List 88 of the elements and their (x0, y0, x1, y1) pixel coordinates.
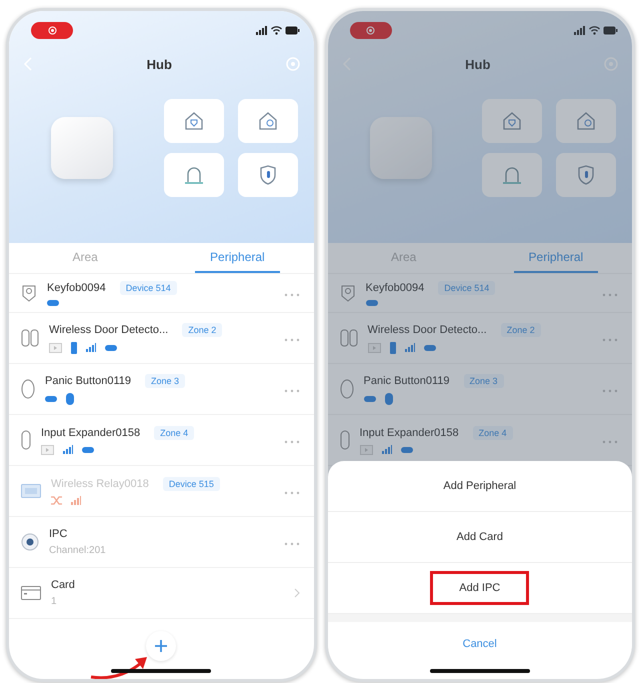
zone-tag: Device 515 (162, 477, 220, 491)
battery-icon (364, 396, 376, 402)
tamper-icon (49, 342, 62, 352)
signal-icon (63, 445, 73, 454)
battery-icon (82, 446, 94, 452)
camera-icon (21, 533, 39, 551)
battery-icon (603, 26, 618, 34)
cellular-signal-icon (256, 26, 268, 34)
hub-device-drawing (51, 117, 113, 179)
battery-icon (366, 300, 378, 306)
mode-tile-button[interactable] (238, 99, 298, 143)
screen-title: Hub (146, 56, 172, 72)
house-shield-icon (502, 111, 522, 131)
zone-tag: Zone 3 (145, 374, 186, 388)
device-name: Input Expander0158 (360, 426, 459, 438)
signal-icon (404, 343, 414, 352)
zone-tag: Zone 4 (472, 426, 513, 440)
mode-tile-button[interactable] (238, 153, 298, 197)
shuffle-icon (51, 496, 62, 505)
tab[interactable]: Area (43, 243, 128, 273)
tab[interactable]: Peripheral (514, 243, 598, 273)
siren-icon (501, 165, 523, 185)
shield-icon (258, 165, 276, 185)
battery-icon (45, 396, 57, 402)
zone-tag: Zone 2 (500, 322, 541, 336)
signal-icon (382, 445, 392, 454)
signal-icon (86, 343, 96, 352)
battery-icon (400, 446, 412, 452)
battery-icon (47, 300, 59, 306)
sheet-option-button[interactable]: Add IPC (430, 571, 530, 605)
mode-tile-button[interactable] (556, 99, 616, 143)
panic-button-icon (340, 379, 354, 399)
device-name: Input Expander0158 (41, 426, 140, 438)
mode-tile-button[interactable] (164, 153, 224, 197)
hub-device-drawing (370, 117, 432, 179)
zone-tag: Zone 2 (182, 322, 222, 336)
keyfob-icon (340, 284, 356, 302)
chevron-right-icon[interactable] (294, 588, 300, 598)
battery-icon (424, 344, 436, 350)
zone-tag: Zone 4 (154, 426, 194, 440)
back-icon[interactable] (23, 57, 33, 71)
relay-icon (21, 484, 41, 498)
device-name: IPC (49, 528, 68, 540)
house-gear-icon (258, 111, 278, 131)
tab[interactable]: Peripheral (195, 243, 280, 273)
device-name: Keyfob0094 (47, 282, 106, 294)
house-gear-icon (576, 111, 596, 131)
mode-tile-button[interactable] (482, 99, 542, 143)
device-name: Panic Button0119 (364, 374, 450, 386)
sensor-icon (390, 342, 396, 354)
zone-tag: Device 514 (120, 280, 177, 294)
add-button[interactable] (146, 631, 176, 661)
battery-icon (284, 26, 300, 34)
shield-icon (577, 165, 595, 185)
screen-title: Hub (465, 56, 490, 72)
sensor-icon (71, 342, 77, 354)
siren-icon (182, 165, 204, 185)
signal-icon (71, 496, 81, 505)
door-sensor-icon (21, 329, 39, 347)
settings-icon[interactable] (286, 57, 300, 71)
keyfob-icon (21, 284, 37, 302)
house-shield-icon (184, 111, 204, 131)
card-icon (21, 586, 41, 600)
cellular-signal-icon (574, 26, 586, 34)
expander-icon (21, 430, 31, 450)
device-name: Wireless Door Detecto... (49, 324, 168, 336)
device-name: Keyfob0094 (366, 282, 424, 294)
tamper-icon (360, 444, 372, 454)
mode-tile-button[interactable] (556, 153, 616, 197)
device-name: Wireless Door Detecto... (368, 324, 487, 336)
mode-tile-button[interactable] (164, 99, 224, 143)
battery-icon (105, 344, 117, 350)
expander-icon (340, 430, 350, 450)
device-name: Card (51, 579, 75, 591)
panic-button-icon (21, 379, 35, 399)
door-sensor-icon (340, 329, 358, 347)
device-subtitle: Channel:201 (49, 545, 107, 556)
device-name: Panic Button0119 (45, 374, 132, 386)
wifi-icon (270, 26, 282, 34)
device-subtitle: 1 (51, 596, 58, 607)
device-name: Wireless Relay0018 (51, 478, 149, 490)
wifi-icon (589, 26, 600, 34)
tamper-icon (41, 444, 54, 454)
mode-tile-button[interactable] (482, 153, 542, 197)
zone-tag: Device 514 (438, 280, 496, 294)
zone-tag: Zone 3 (464, 374, 504, 388)
plus-icon (154, 639, 168, 653)
tamper-icon (368, 342, 380, 352)
